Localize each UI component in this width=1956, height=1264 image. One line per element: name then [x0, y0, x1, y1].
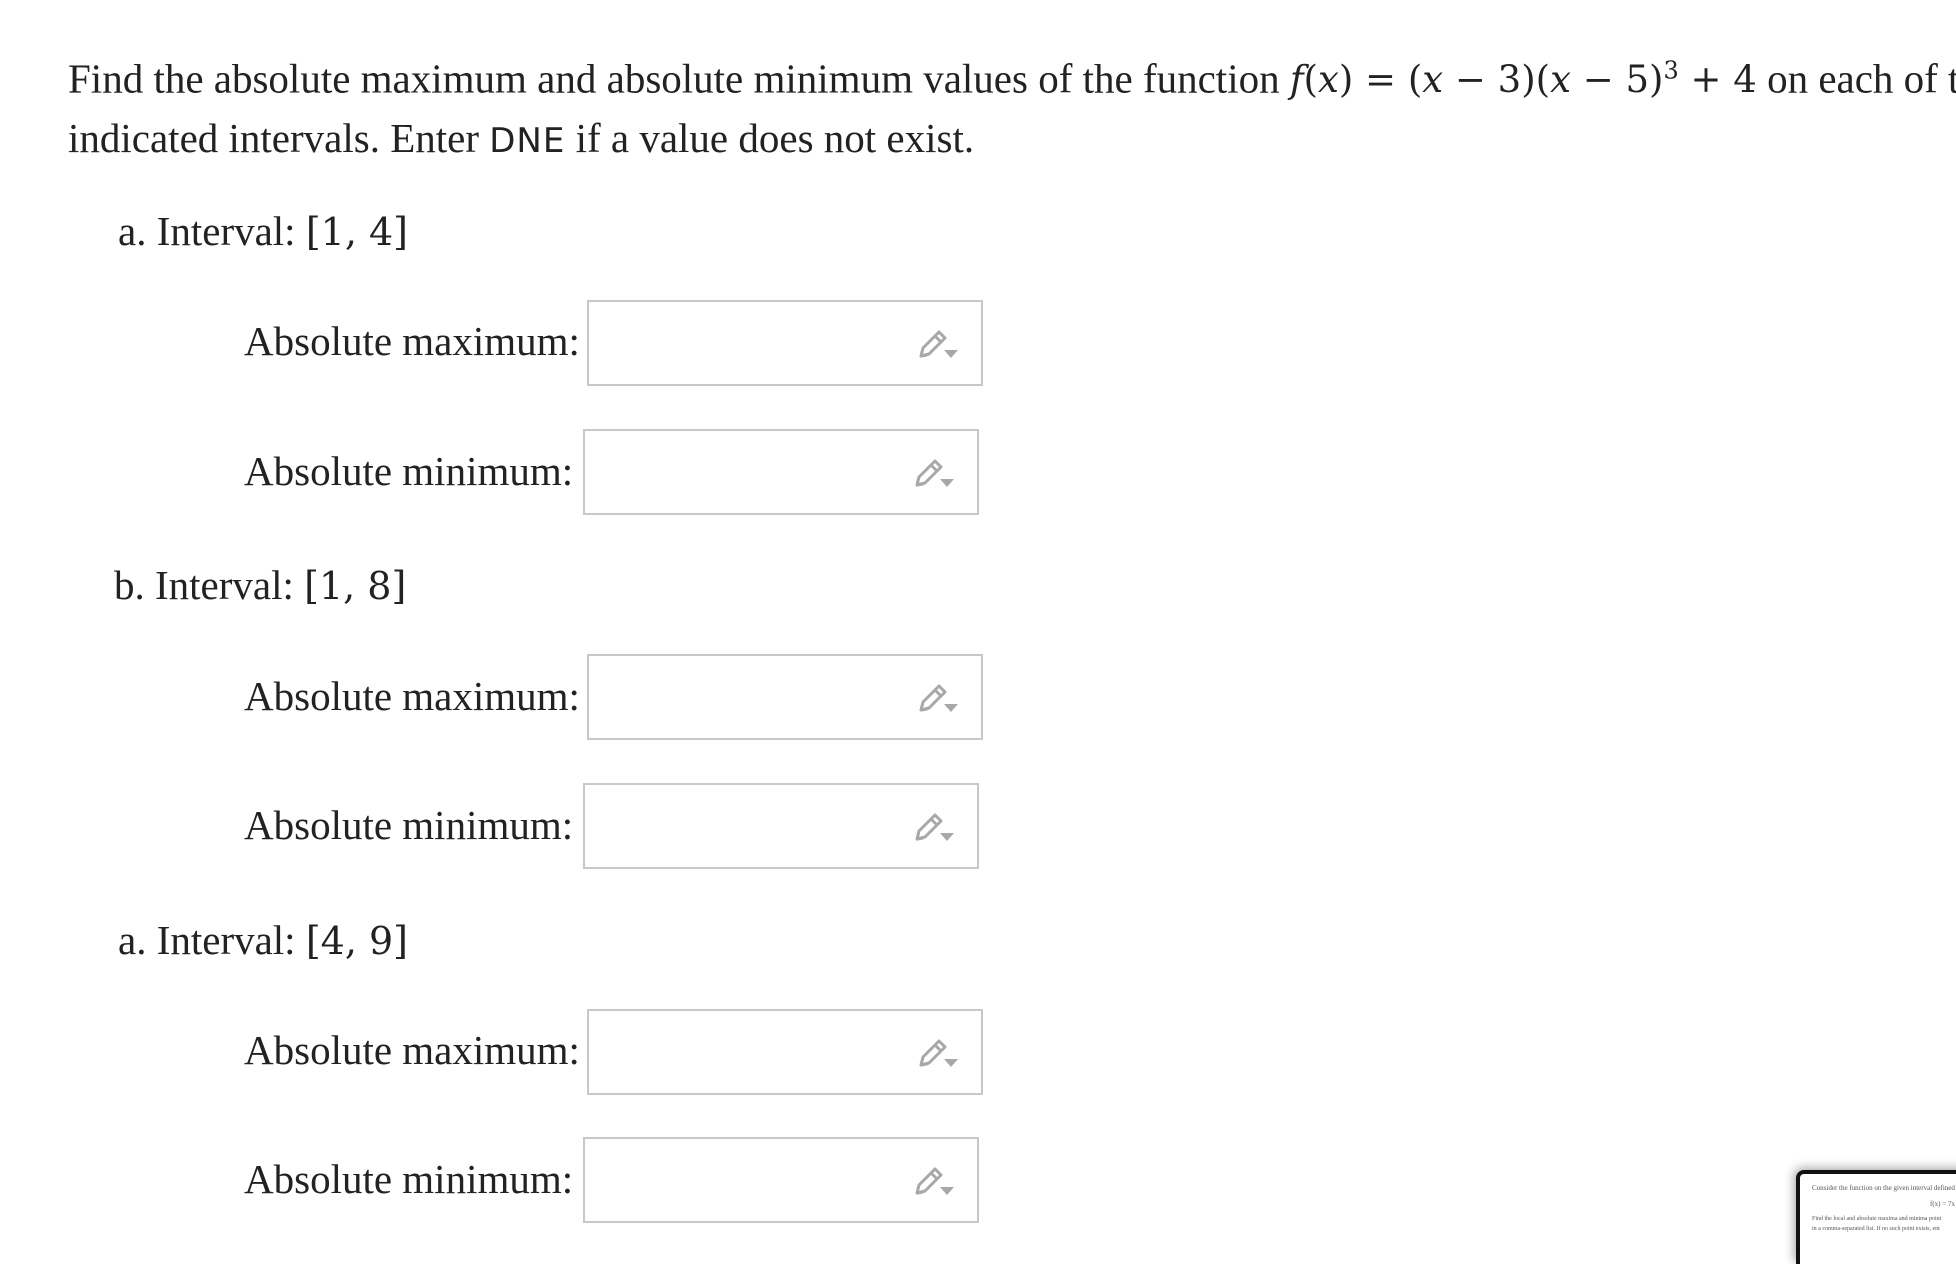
section-label-text: a. Interval:: [118, 208, 306, 254]
math-minus-5: − 5): [1570, 58, 1664, 102]
problem-statement: Find the absolute maximum and absolute m…: [68, 42, 1956, 171]
absolute-minimum-input[interactable]: [585, 431, 905, 513]
absolute-maximum-answer-box[interactable]: [587, 654, 983, 740]
absolute-maximum-label: Absolute maximum:: [244, 1027, 580, 1073]
section-label-text: a. Interval:: [118, 917, 306, 963]
function-formula: f(x) = (x − 3)(x − 5)3 + 4: [1289, 57, 1757, 102]
thumbnail-text: in a comma-separated list. If no such po…: [1812, 1226, 1940, 1232]
section-b-label: b. Interval: [1, 8]: [114, 560, 406, 611]
section-c-label: a. Interval: [4, 9]: [118, 915, 408, 966]
section-label-text: b. Interval:: [114, 562, 305, 608]
thumbnail-text: Consider the function on the given inter…: [1812, 1184, 1956, 1192]
pencil-dropdown-icon[interactable]: [913, 457, 957, 493]
interval-value: [1, 8]: [304, 564, 407, 608]
thumbnail-text: f(x) = 7x: [1930, 1200, 1955, 1208]
math-minus-3: − 3)(: [1443, 58, 1551, 102]
absolute-minimum-label: Absolute minimum:: [244, 448, 574, 494]
problem-line2-before: indicated intervals. Enter: [68, 115, 490, 162]
absolute-minimum-label: Absolute minimum:: [244, 802, 574, 848]
absolute-minimum-answer-box[interactable]: [583, 1137, 979, 1223]
problem-line-2: indicated intervals. Enter DNE if a valu…: [68, 109, 1956, 171]
thumbnail-text: Find the local and absolute maxima and m…: [1812, 1216, 1942, 1222]
screenshot-thumbnail-preview[interactable]: Consider the function on the given inter…: [1796, 1170, 1956, 1264]
absolute-maximum-label: Absolute maximum:: [244, 673, 580, 719]
math-x: x: [1317, 58, 1339, 102]
math-x: x: [1422, 58, 1444, 102]
absolute-minimum-answer-box[interactable]: [583, 429, 979, 515]
math-f: f: [1289, 58, 1304, 102]
pencil-dropdown-icon[interactable]: [917, 1037, 961, 1073]
absolute-minimum-input[interactable]: [585, 1139, 905, 1221]
absolute-maximum-input[interactable]: [589, 302, 909, 384]
pencil-dropdown-icon[interactable]: [917, 328, 961, 364]
problem-line2-after: if a value does not exist.: [565, 115, 975, 162]
problem-line-1: Find the absolute maximum and absolute m…: [68, 42, 1956, 109]
dne-keyword: DNE: [489, 121, 566, 162]
pencil-dropdown-icon[interactable]: [913, 1165, 957, 1201]
interval-value: [1, 4]: [305, 210, 408, 254]
pencil-dropdown-icon[interactable]: [913, 811, 957, 847]
math-eq: ) = (: [1338, 58, 1423, 102]
interval-value: [4, 9]: [305, 919, 408, 963]
math-exponent: 3: [1663, 57, 1679, 85]
math-plus-4: + 4: [1678, 58, 1757, 102]
absolute-minimum-answer-box[interactable]: [583, 783, 979, 869]
problem-text-before: Find the absolute maximum and absolute m…: [68, 55, 1290, 102]
pencil-dropdown-icon[interactable]: [917, 682, 961, 718]
absolute-minimum-label: Absolute minimum:: [244, 1156, 574, 1202]
absolute-maximum-input[interactable]: [589, 656, 909, 738]
absolute-maximum-answer-box[interactable]: [587, 1009, 983, 1095]
problem-text-after: on each of th: [1767, 55, 1956, 102]
absolute-maximum-input[interactable]: [589, 1011, 909, 1093]
absolute-maximum-answer-box[interactable]: [587, 300, 983, 386]
absolute-minimum-input[interactable]: [585, 785, 905, 867]
section-a-label: a. Interval: [1, 4]: [118, 206, 408, 257]
absolute-maximum-label: Absolute maximum:: [244, 318, 580, 364]
math-x: x: [1550, 58, 1571, 102]
